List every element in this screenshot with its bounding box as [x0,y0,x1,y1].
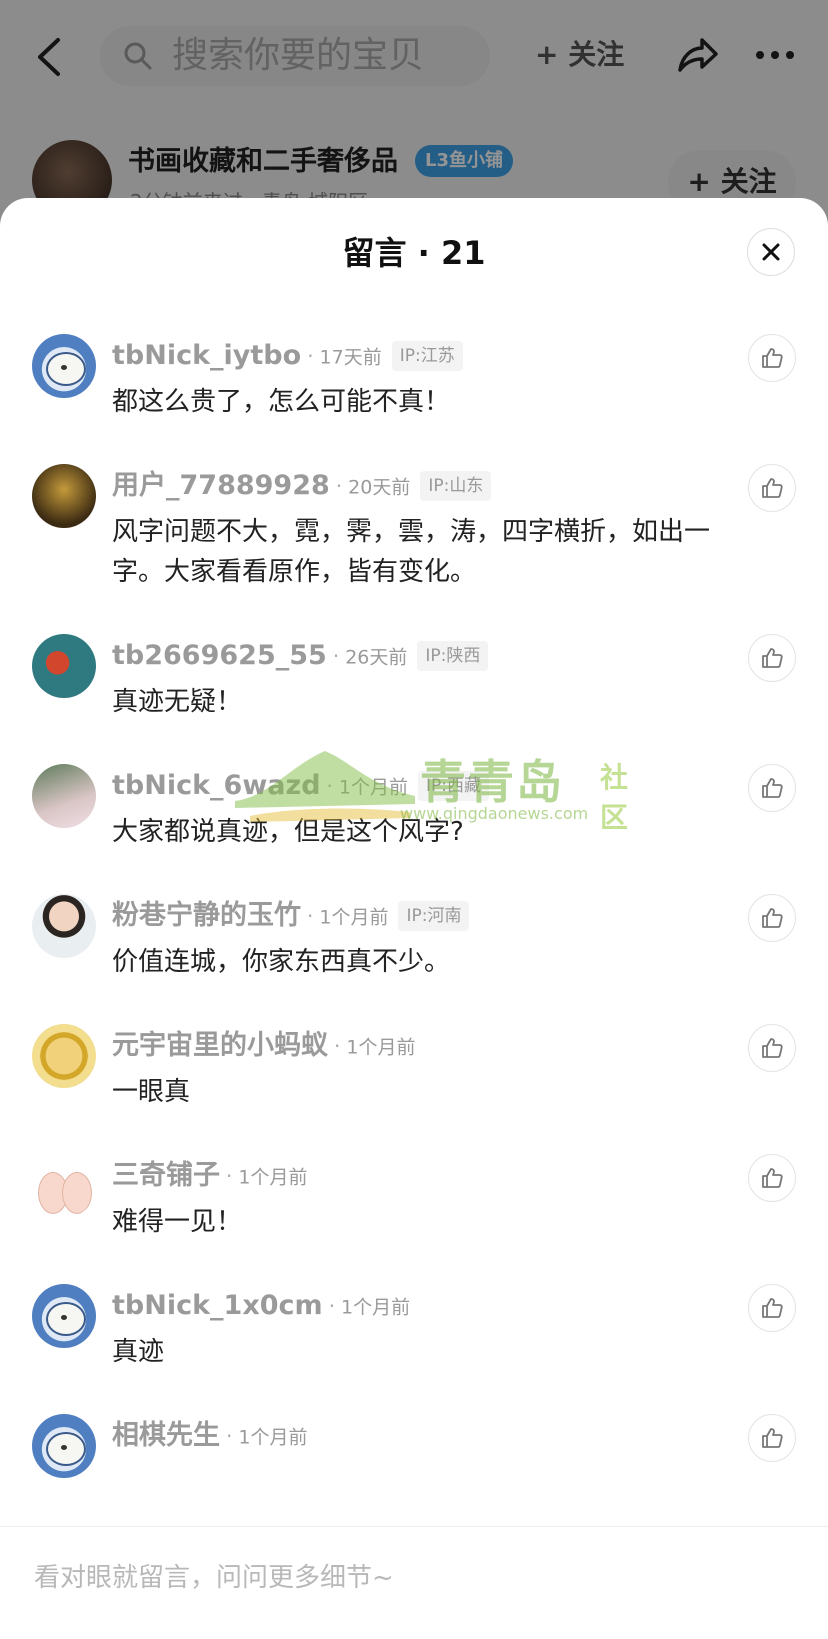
ip-location-badge: IP:山东 [420,471,492,501]
thumbs-up-icon [762,1038,783,1058]
comment-text: 真迹 [112,1337,165,1367]
comment-meta: 粉巷宁静的玉竹 · 1个月前 IP:河南 [112,894,470,938]
like-button[interactable] [748,464,796,512]
comment-meta: tbNick_6wazd · 1个月前 IP:西藏 [112,764,489,808]
like-button[interactable] [748,634,796,682]
like-button[interactable] [748,1024,796,1072]
thumbs-up-icon [762,908,783,928]
username[interactable]: 相棋先生 [112,1420,220,1451]
comment-meta: tbNick_1x0cm · 1个月前 [112,1290,411,1321]
user-avatar[interactable] [32,634,96,698]
comment-input[interactable] [32,1555,736,1601]
comment-meta: tb2669625_55 · 26天前 IP:陕西 [112,634,489,678]
thumbs-up-icon [762,1168,783,1188]
username[interactable]: tb2669625_55 [112,640,327,671]
comment-text: 都这么贵了，怎么可能不真！ [112,387,451,417]
username[interactable]: 三奇铺子 [112,1160,220,1191]
like-button[interactable] [748,1284,796,1332]
user-avatar[interactable] [32,464,96,528]
user-avatar[interactable] [32,764,96,828]
user-avatar[interactable] [32,1414,96,1478]
username[interactable]: tbNick_6wazd [112,770,321,801]
thumbs-up-icon [762,478,783,498]
ip-location-badge: IP:江苏 [391,341,463,371]
sheet-title: 留言 · 21 [342,234,486,272]
like-button[interactable] [748,1154,796,1202]
comment-meta: 用户_77889928 · 20天前 IP:山东 [112,464,492,508]
close-button[interactable] [747,228,795,276]
thumbs-up-icon [762,348,783,368]
thumbs-up-icon [762,648,783,668]
ip-location-badge: IP:陕西 [417,641,489,671]
user-avatar[interactable] [32,1284,96,1348]
comment-text: 风字问题不大，霓，霁，雲，涛，四字横折，如出一字。大家看看原作，皆有变化。 [112,517,711,587]
comment-time: 17天前 [319,346,382,369]
comment-time: 1个月前 [238,1426,308,1449]
comment-meta: 元宇宙里的小蚂蚁 · 1个月前 [112,1030,416,1061]
comments-sheet: 留言 · 21 tbNick_iytbo · 17天前 IP:江苏 都这么贵了，怎么可… [0,198,828,1638]
ip-location-badge: IP:西藏 [418,771,489,801]
comment-meta: 三奇铺子 · 1个月前 [112,1160,308,1191]
user-avatar[interactable] [32,1024,96,1088]
comment-text: 一眼真 [112,1077,191,1107]
user-avatar[interactable] [32,334,96,398]
thumbs-up-icon [762,1298,783,1318]
comment-text: 价值连城，你家东西真不少。 [112,947,451,977]
close-icon [762,243,780,261]
username[interactable]: 粉巷宁静的玉竹 [112,900,301,931]
comment-time: 1个月前 [238,1166,308,1189]
username[interactable]: tbNick_1x0cm [112,1290,323,1321]
comment-meta: 相棋先生 · 1个月前 [112,1420,308,1451]
like-button[interactable] [748,764,796,812]
thumbs-up-icon [762,778,783,798]
like-button[interactable] [748,894,796,942]
username[interactable]: 用户_77889928 [112,470,330,501]
thumbs-up-icon [762,1428,783,1448]
comment-time: 1个月前 [341,1296,411,1319]
comment-text: 大家都说真迹，但是这个风字? [112,817,464,847]
username[interactable]: 元宇宙里的小蚂蚁 [112,1030,328,1061]
comment-time: 1个月前 [338,776,408,799]
like-button[interactable] [748,1414,796,1462]
like-button[interactable] [748,334,796,382]
user-avatar[interactable] [32,894,96,958]
comment-time: 20天前 [348,476,411,499]
comment-input-bar [0,1526,828,1639]
comment-meta: tbNick_iytbo · 17天前 IP:江苏 [112,334,463,378]
comment-text: 真迹无疑！ [112,687,243,717]
comment-text: 难得一见！ [112,1207,243,1237]
ip-location-badge: IP:河南 [398,901,470,931]
comment-time: 1个月前 [346,1036,416,1059]
user-avatar[interactable] [32,1154,96,1218]
username[interactable]: tbNick_iytbo [112,340,301,371]
comment-time: 1个月前 [319,906,389,929]
comment-time: 26天前 [345,646,408,669]
